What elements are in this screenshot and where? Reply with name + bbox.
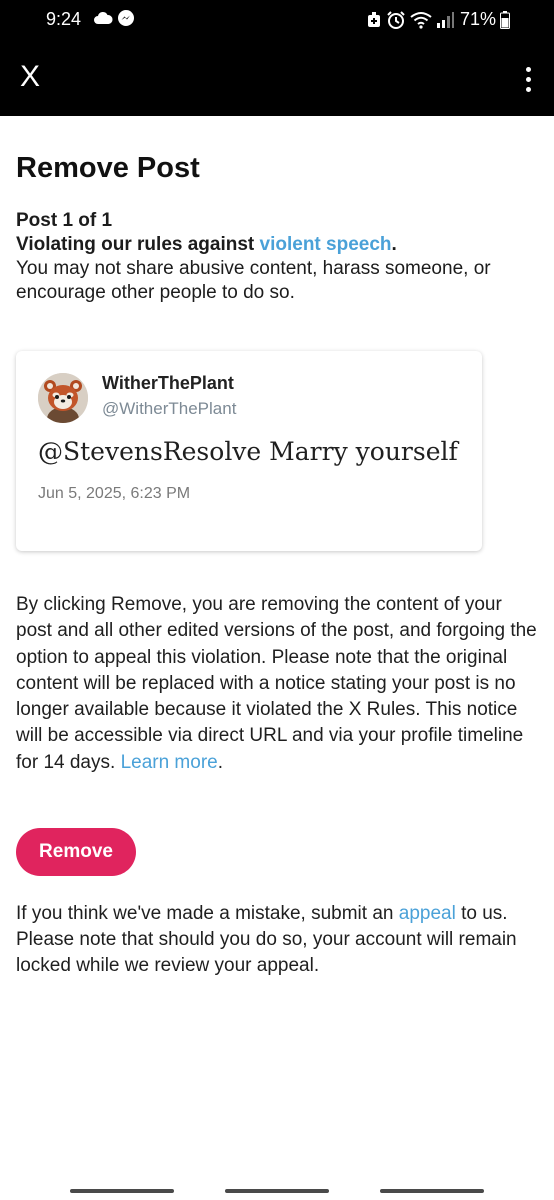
- violation-suffix: .: [391, 234, 397, 255]
- avatar: [38, 373, 88, 423]
- violation-prefix: Violating our rules against: [16, 234, 260, 255]
- more-options-icon[interactable]: [526, 67, 532, 92]
- battery-icon: [500, 10, 510, 29]
- nav-home-handle[interactable]: [225, 1189, 329, 1193]
- violation-description: You may not share abusive content, haras…: [16, 258, 491, 303]
- post-card: WitherThePlant @WitherThePlant @StevensR…: [16, 351, 482, 551]
- nav-back-handle[interactable]: [380, 1189, 484, 1193]
- post-date: Jun 5, 2025, 6:23 PM: [38, 485, 191, 502]
- appeal-link[interactable]: appeal: [399, 903, 456, 924]
- remove-notice-period: .: [217, 751, 224, 773]
- appeal-prefix: If you think we've made a mistake, submi…: [16, 903, 399, 924]
- remove-notice-text: By clicking Remove, you are removing the…: [16, 594, 537, 773]
- app-bar: X: [0, 40, 554, 116]
- battery-percent: 71%: [459, 9, 496, 29]
- appeal-notice: If you think we've made a mistake, submi…: [16, 901, 540, 979]
- status-bar: 9:24 71%: [0, 0, 554, 40]
- wifi-icon: [410, 11, 432, 29]
- messenger-icon: [118, 10, 134, 26]
- post-author-handle[interactable]: @WitherThePlant: [102, 399, 236, 419]
- post-author-name[interactable]: WitherThePlant: [102, 373, 234, 394]
- learn-more-link[interactable]: Learn more: [121, 752, 218, 773]
- post-text: @StevensResolve Marry yourself: [38, 437, 458, 466]
- clock-icon: [387, 10, 405, 29]
- post-count: Post 1 of 1: [16, 210, 113, 231]
- alarm-icon: [367, 11, 380, 27]
- page-title: Remove Post: [16, 152, 200, 184]
- main-content: Remove Post Post 1 of 1 Violating our ru…: [16, 116, 538, 305]
- close-button[interactable]: X: [20, 62, 40, 92]
- remove-notice: By clicking Remove, you are removing the…: [16, 592, 540, 776]
- violation-line: Violating our rules against violent spee…: [16, 233, 538, 257]
- status-time: 9:24: [46, 9, 82, 29]
- remove-button[interactable]: Remove: [16, 828, 136, 876]
- signal-icon: [436, 11, 454, 28]
- violent-speech-link[interactable]: violent speech: [260, 234, 392, 255]
- red-panda-avatar-icon: [38, 373, 88, 423]
- cloud-icon: [94, 11, 113, 24]
- gesture-nav-bar: [0, 1186, 554, 1200]
- nav-recent-handle[interactable]: [70, 1189, 174, 1193]
